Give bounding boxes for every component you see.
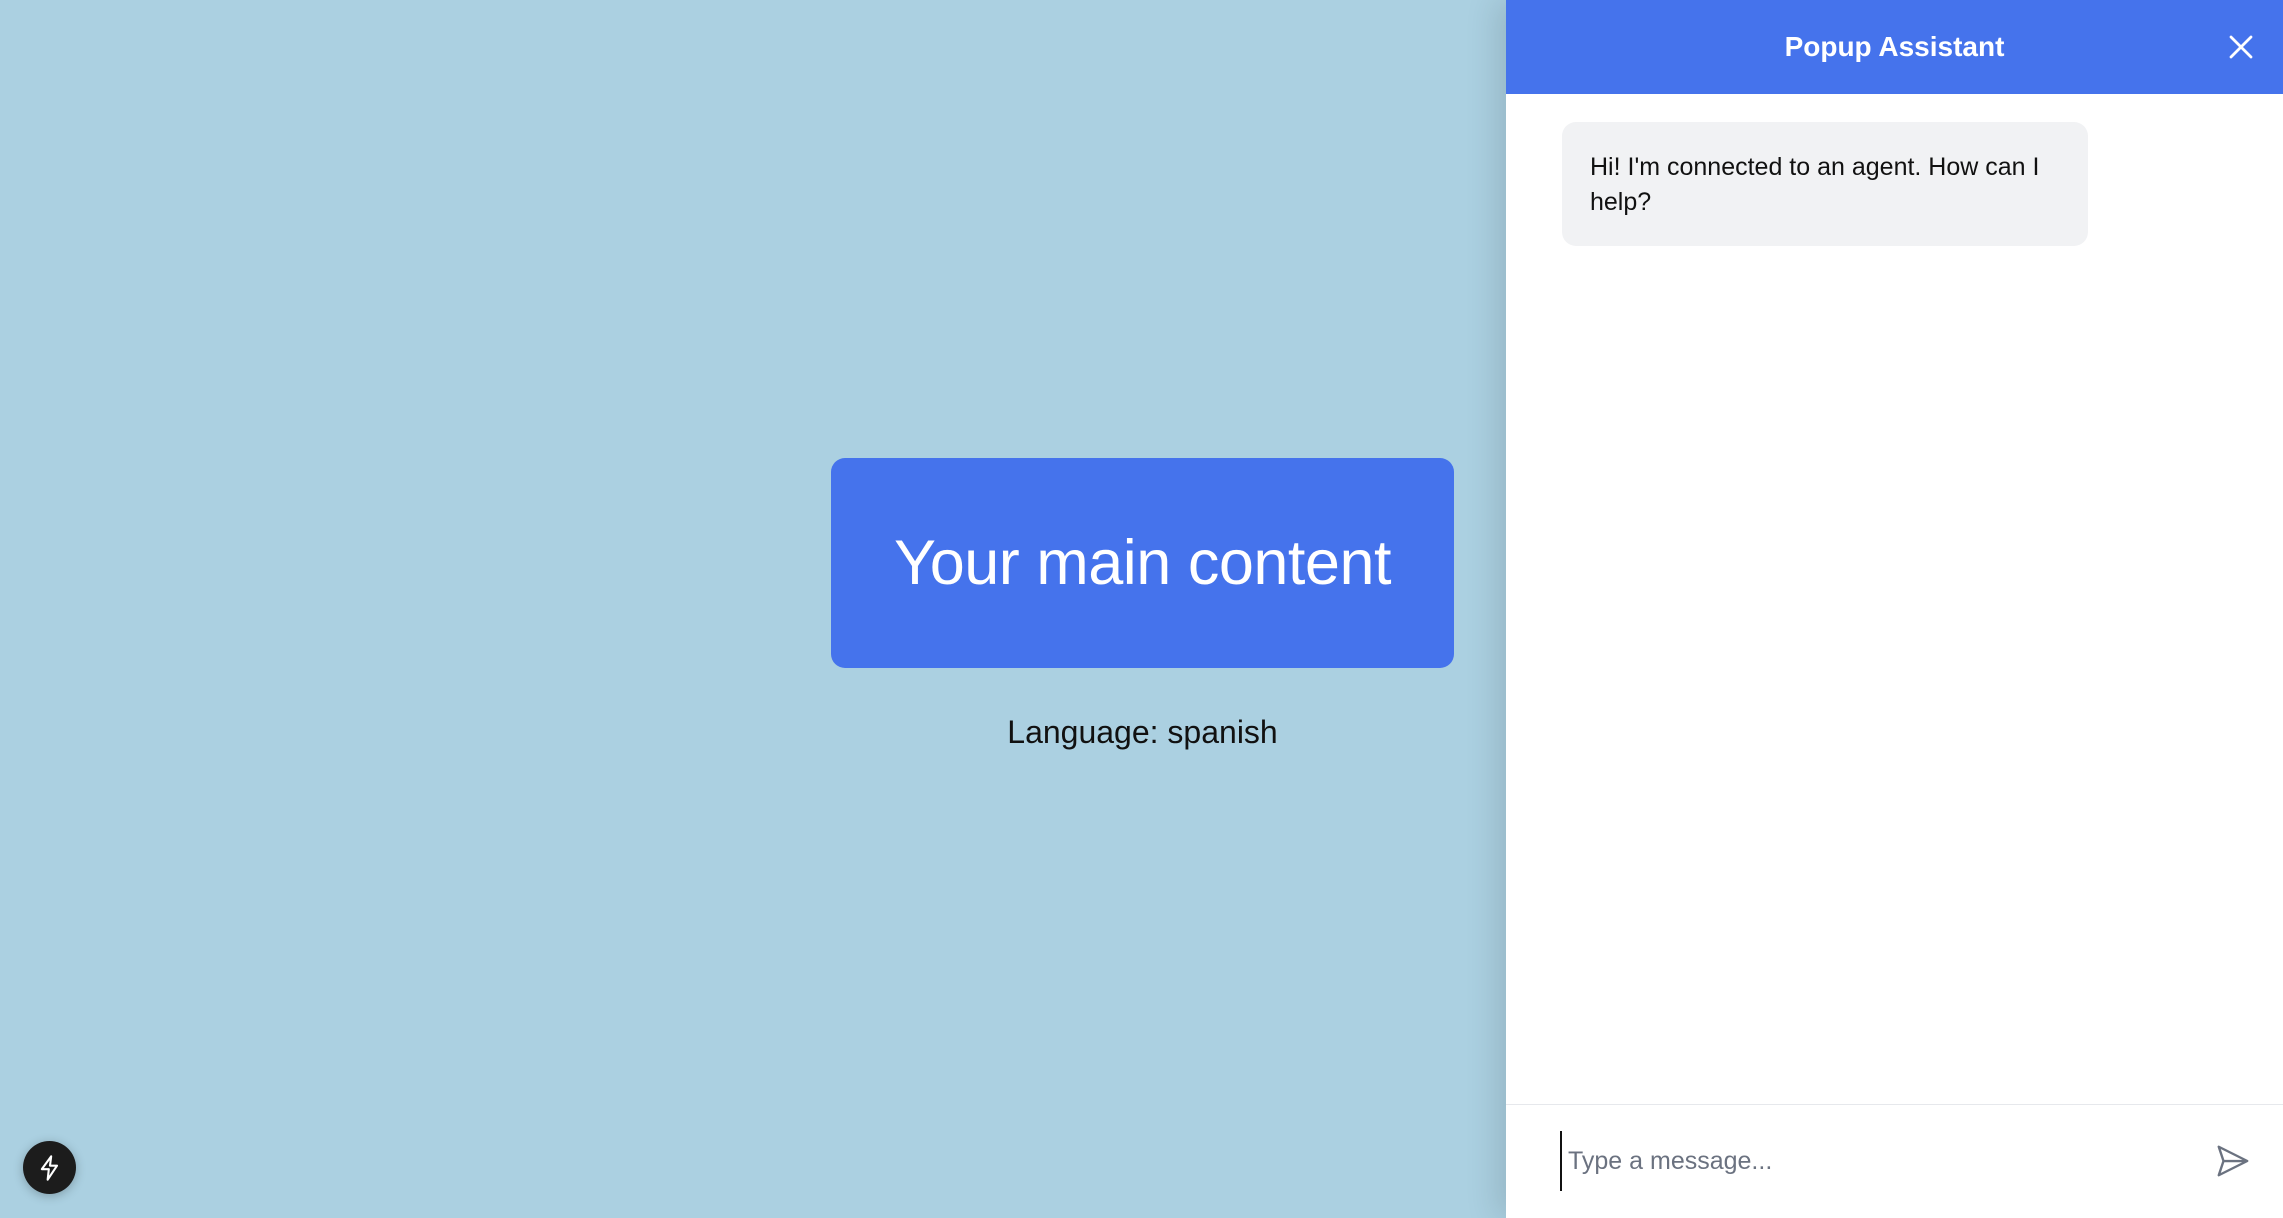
page: Your main content Language: spanish Popu…: [0, 0, 2283, 1218]
assistant-message: Hi! I'm connected to an agent. How can I…: [1562, 122, 2088, 246]
close-icon: [2229, 35, 2253, 59]
language-indicator: Language: spanish: [1007, 714, 1278, 750]
dev-tools-button[interactable]: [23, 1141, 76, 1194]
main-content-card: Your main content: [831, 458, 1454, 668]
send-button[interactable]: [2205, 1133, 2261, 1189]
popup-header: Popup Assistant: [1506, 0, 2283, 94]
send-icon: [2217, 1145, 2249, 1177]
message-list: Hi! I'm connected to an agent. How can I…: [1506, 94, 2283, 1104]
main-content-title: Your main content: [893, 528, 1392, 598]
close-button[interactable]: [2221, 27, 2261, 67]
popup-assistant-panel: Popup Assistant Hi! I'm connected to an …: [1506, 0, 2283, 1218]
lightning-icon: [40, 1154, 58, 1181]
message-composer: [1506, 1104, 2283, 1218]
popup-title: Popup Assistant: [1784, 31, 2005, 62]
message-input[interactable]: [1560, 1131, 2160, 1191]
